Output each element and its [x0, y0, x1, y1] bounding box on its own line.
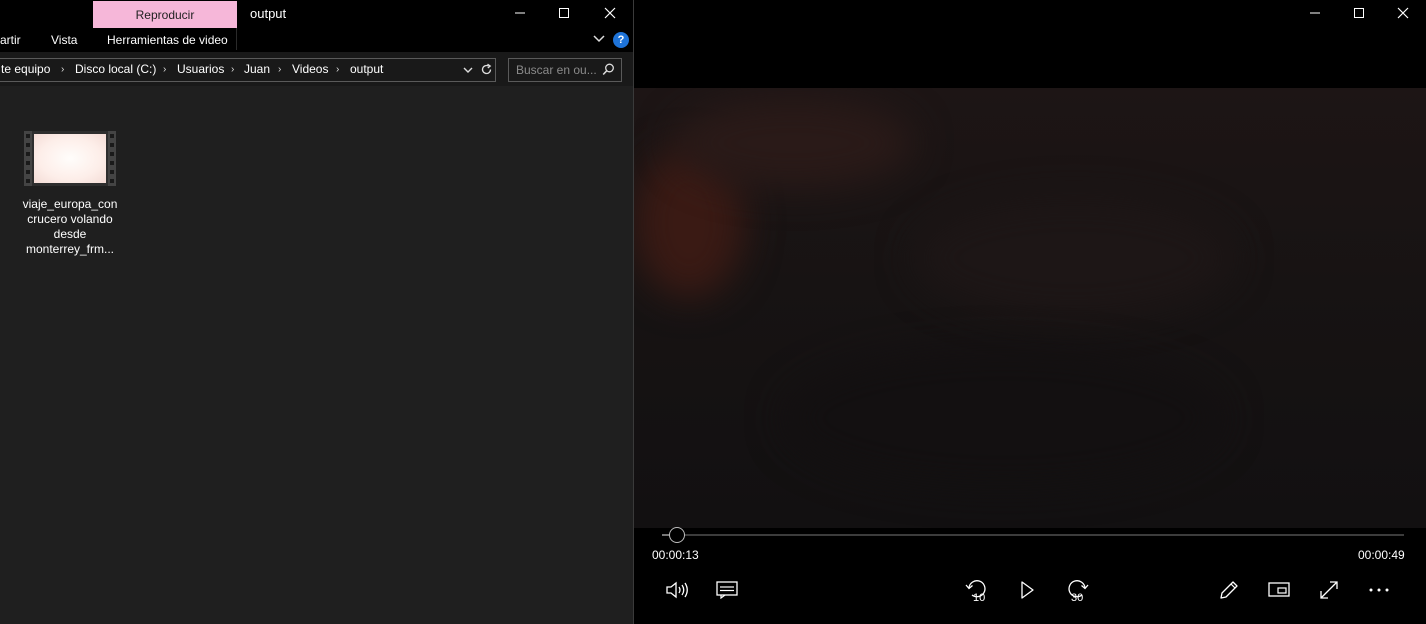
more-options-button[interactable] — [1364, 576, 1394, 604]
seek-bar[interactable] — [662, 534, 1404, 536]
play-icon — [1021, 581, 1034, 599]
tab-compartir[interactable]: artir — [0, 33, 21, 47]
breadcrumb-usuarios[interactable]: Usuarios — [177, 62, 224, 76]
volume-icon — [666, 581, 688, 599]
player-maximize-button[interactable] — [1336, 0, 1382, 26]
film-strip-right — [108, 131, 116, 186]
breadcrumb-juan[interactable]: Juan — [244, 62, 270, 76]
window-title: output — [250, 6, 287, 21]
breadcrumb-separator[interactable]: › — [61, 64, 64, 75]
skip-forward-30-button[interactable]: 30 — [1062, 576, 1092, 604]
close-icon — [604, 7, 616, 19]
skip-forward-30-icon: 30 — [1068, 580, 1089, 603]
edit-icon — [1220, 581, 1238, 599]
search-placeholder: Buscar en ou... — [516, 63, 597, 77]
mini-view-icon — [1268, 582, 1290, 597]
video-blob — [914, 198, 1234, 318]
address-row: te equipo › Disco local (C:) › Usuarios … — [0, 52, 633, 86]
search-icon[interactable] — [602, 63, 615, 76]
file-name: viaje_europa_con crucero volando desde m… — [20, 197, 120, 257]
ribbon-separator — [236, 28, 237, 50]
help-button[interactable]: ? — [613, 32, 629, 48]
breadcrumb-separator[interactable]: › — [336, 64, 339, 75]
breadcrumb-separator[interactable]: › — [278, 64, 281, 75]
play-button[interactable] — [1012, 576, 1042, 604]
file-name-line: viaje_europa_con — [22, 197, 118, 211]
address-bar[interactable]: te equipo › Disco local (C:) › Usuarios … — [0, 58, 496, 82]
subtitles-icon — [716, 581, 738, 599]
mini-view-button[interactable] — [1264, 576, 1294, 604]
breadcrumb-output[interactable]: output — [350, 62, 383, 76]
breadcrumb-disco-local[interactable]: Disco local (C:) — [75, 62, 156, 76]
breadcrumb-separator[interactable]: › — [163, 64, 166, 75]
maximize-icon — [559, 8, 569, 18]
video-file-icon — [24, 131, 116, 186]
file-name-line: monterrey_frm... — [25, 242, 115, 256]
search-input[interactable]: Buscar en ou... — [508, 58, 622, 82]
fullscreen-icon — [1320, 581, 1338, 599]
maximize-button[interactable] — [541, 0, 587, 26]
player-minimize-button[interactable] — [1292, 0, 1338, 26]
volume-button[interactable] — [662, 576, 692, 604]
current-time: 00:00:13 — [652, 548, 699, 562]
tab-vista[interactable]: Vista — [51, 33, 77, 47]
more-icon — [1369, 588, 1389, 592]
close-icon — [1397, 7, 1409, 19]
tab-herramientas-de-video[interactable]: Herramientas de video — [107, 33, 228, 47]
breadcrumb-videos[interactable]: Videos — [292, 62, 328, 76]
video-frame[interactable] — [634, 88, 1426, 528]
subtitles-button[interactable] — [712, 576, 742, 604]
total-time: 00:00:49 — [1358, 548, 1405, 562]
file-name-line: desde — [53, 227, 87, 241]
skip-back-10-icon: 10 — [965, 580, 986, 603]
skip-forward-label: 30 — [1071, 592, 1083, 603]
video-blob — [784, 348, 1224, 488]
video-blob — [674, 98, 914, 188]
refresh-icon[interactable] — [480, 63, 493, 76]
fullscreen-button[interactable] — [1314, 576, 1344, 604]
minimize-icon — [515, 12, 525, 14]
tab-reproducir[interactable]: Reproducir — [93, 1, 237, 29]
video-thumbnail — [34, 134, 106, 183]
seek-bar-handle[interactable] — [668, 527, 685, 543]
breadcrumb-separator[interactable]: › — [231, 64, 234, 75]
skip-back-10-button[interactable]: 10 — [962, 576, 992, 604]
file-explorer-window: Reproducir output artir Vista Herramient… — [0, 0, 633, 624]
explorer-titlebar: Reproducir output — [0, 0, 633, 29]
edit-button[interactable] — [1214, 576, 1244, 604]
player-close-button[interactable] — [1380, 0, 1426, 26]
address-history-dropdown-icon[interactable] — [462, 64, 474, 76]
film-strip-left — [24, 131, 32, 186]
tab-reproducir-label: Reproducir — [135, 8, 195, 22]
help-icon: ? — [617, 34, 625, 46]
file-name-line: crucero volando — [27, 212, 113, 226]
chevron-down-icon[interactable] — [592, 34, 606, 44]
video-player-window: 00:00:13 00:00:49 10 30 — [634, 0, 1426, 624]
breadcrumb-este-equipo[interactable]: te equipo — [1, 62, 50, 76]
file-list-area[interactable]: viaje_europa_con crucero volando desde m… — [0, 86, 633, 624]
minimize-icon — [1310, 12, 1320, 14]
ribbon: artir Vista Herramientas de video — [0, 28, 633, 52]
close-button[interactable] — [587, 0, 633, 26]
maximize-icon — [1354, 8, 1364, 18]
skip-back-label: 10 — [973, 592, 985, 603]
minimize-button[interactable] — [497, 0, 543, 26]
